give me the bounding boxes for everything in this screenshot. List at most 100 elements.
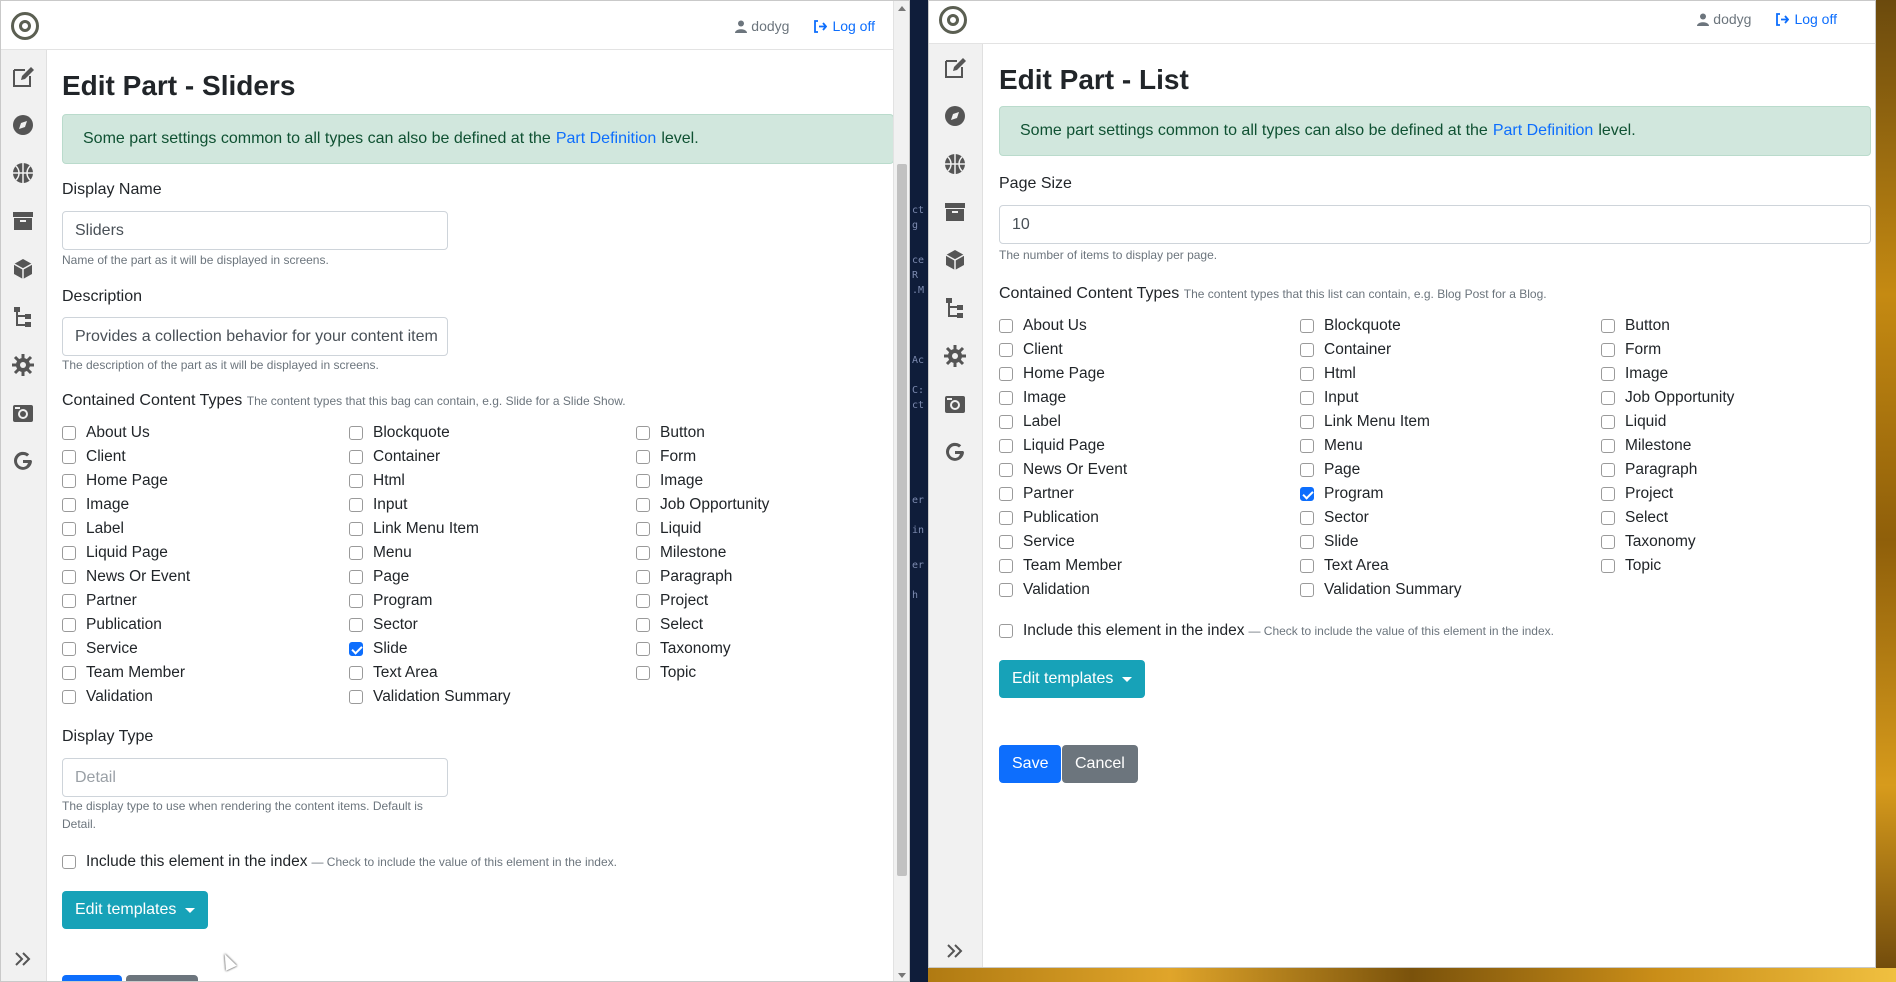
google-icon[interactable]: [942, 439, 968, 465]
content-type-checkbox-row[interactable]: Blockquote: [349, 423, 450, 443]
content-type-checkbox[interactable]: [349, 474, 363, 488]
edit-icon[interactable]: [10, 64, 36, 90]
scrollbar-thumb[interactable]: [897, 164, 907, 876]
content-type-checkbox-row[interactable]: Milestone: [1601, 436, 1691, 456]
content-type-checkbox-row[interactable]: Label: [62, 519, 124, 539]
content-type-checkbox[interactable]: [1300, 559, 1314, 573]
content-type-checkbox[interactable]: [1601, 319, 1615, 333]
content-type-checkbox-row[interactable]: Liquid: [1601, 412, 1666, 432]
content-type-checkbox[interactable]: [62, 690, 76, 704]
content-type-checkbox-row[interactable]: Slide: [1300, 532, 1358, 552]
content-type-checkbox-row[interactable]: Milestone: [636, 543, 726, 563]
content-type-checkbox[interactable]: [349, 642, 363, 656]
content-type-checkbox[interactable]: [62, 546, 76, 560]
content-type-checkbox[interactable]: [1601, 559, 1615, 573]
content-type-checkbox[interactable]: [349, 666, 363, 680]
content-type-checkbox-row[interactable]: Validation Summary: [1300, 580, 1462, 600]
content-type-checkbox-row[interactable]: Input: [349, 495, 407, 515]
content-type-checkbox[interactable]: [999, 439, 1013, 453]
content-type-checkbox[interactable]: [1601, 439, 1615, 453]
sitemap-icon[interactable]: [10, 304, 36, 330]
content-type-checkbox[interactable]: [62, 570, 76, 584]
cancel-button-partial[interactable]: [126, 975, 198, 981]
content-type-checkbox-row[interactable]: Page: [349, 567, 409, 587]
sitemap-icon[interactable]: [942, 295, 968, 321]
content-type-checkbox-row[interactable]: Paragraph: [636, 567, 732, 587]
google-icon[interactable]: [10, 448, 36, 474]
content-type-checkbox-row[interactable]: Select: [636, 615, 703, 635]
content-type-checkbox[interactable]: [1601, 511, 1615, 525]
content-type-checkbox[interactable]: [999, 319, 1013, 333]
content-type-checkbox[interactable]: [349, 570, 363, 584]
content-type-checkbox[interactable]: [62, 522, 76, 536]
basketball-icon[interactable]: [10, 160, 36, 186]
content-type-checkbox-row[interactable]: Link Menu Item: [1300, 412, 1430, 432]
content-type-checkbox[interactable]: [62, 594, 76, 608]
content-type-checkbox-row[interactable]: Taxonomy: [1601, 532, 1696, 552]
content-type-checkbox-row[interactable]: About Us: [62, 423, 150, 443]
content-type-checkbox-row[interactable]: Validation Summary: [349, 687, 511, 707]
content-type-checkbox[interactable]: [999, 391, 1013, 405]
content-type-checkbox-row[interactable]: Button: [1601, 316, 1670, 336]
part-definition-link[interactable]: Part Definition: [556, 130, 657, 148]
content-type-checkbox-row[interactable]: Publication: [999, 508, 1099, 528]
content-type-checkbox-row[interactable]: Liquid Page: [999, 436, 1105, 456]
scroll-down-icon[interactable]: [898, 973, 906, 978]
content-type-checkbox-row[interactable]: Html: [349, 471, 405, 491]
edit-icon[interactable]: [942, 55, 968, 81]
content-type-checkbox[interactable]: [636, 450, 650, 464]
cube-icon[interactable]: [10, 256, 36, 282]
orchard-logo-icon[interactable]: [11, 12, 39, 40]
page-size-input[interactable]: 10: [999, 205, 1871, 244]
content-type-checkbox[interactable]: [636, 642, 650, 656]
user-menu[interactable]: dodyg: [735, 18, 789, 34]
content-type-checkbox[interactable]: [62, 426, 76, 440]
content-type-checkbox-row[interactable]: Publication: [62, 615, 162, 635]
content-type-checkbox[interactable]: [1601, 391, 1615, 405]
content-type-checkbox[interactable]: [999, 367, 1013, 381]
content-type-checkbox[interactable]: [1601, 487, 1615, 501]
content-type-checkbox[interactable]: [62, 450, 76, 464]
content-type-checkbox[interactable]: [1601, 415, 1615, 429]
content-type-checkbox[interactable]: [1300, 319, 1314, 333]
compass-icon[interactable]: [942, 103, 968, 129]
basketball-icon[interactable]: [942, 151, 968, 177]
logoff-link[interactable]: Log off: [813, 18, 875, 34]
content-type-checkbox[interactable]: [1300, 583, 1314, 597]
content-type-checkbox[interactable]: [1300, 511, 1314, 525]
content-type-checkbox[interactable]: [349, 546, 363, 560]
content-type-checkbox-row[interactable]: News Or Event: [999, 460, 1127, 480]
content-type-checkbox-row[interactable]: Home Page: [999, 364, 1105, 384]
expand-sidebar-icon[interactable]: [942, 938, 968, 964]
content-type-checkbox[interactable]: [349, 618, 363, 632]
content-type-checkbox-row[interactable]: Menu: [1300, 436, 1363, 456]
content-type-checkbox[interactable]: [1601, 463, 1615, 477]
content-type-checkbox[interactable]: [1300, 439, 1314, 453]
content-type-checkbox-row[interactable]: Home Page: [62, 471, 168, 491]
cog-icon[interactable]: [942, 343, 968, 369]
content-type-checkbox[interactable]: [349, 426, 363, 440]
content-type-checkbox[interactable]: [636, 618, 650, 632]
cube-icon[interactable]: [942, 247, 968, 273]
content-type-checkbox-row[interactable]: Liquid Page: [62, 543, 168, 563]
content-type-checkbox[interactable]: [1300, 343, 1314, 357]
index-checkbox-row[interactable]: Include this element in the index — Chec…: [999, 621, 1554, 641]
content-type-checkbox-row[interactable]: Program: [1300, 484, 1383, 504]
content-type-checkbox-row[interactable]: Program: [349, 591, 432, 611]
content-type-checkbox-row[interactable]: Image: [636, 471, 703, 491]
content-type-checkbox-row[interactable]: Container: [349, 447, 440, 467]
content-type-checkbox[interactable]: [1300, 535, 1314, 549]
archive-icon[interactable]: [10, 208, 36, 234]
content-type-checkbox[interactable]: [349, 594, 363, 608]
content-type-checkbox-row[interactable]: Button: [636, 423, 705, 443]
content-type-checkbox-row[interactable]: About Us: [999, 316, 1087, 336]
content-type-checkbox-row[interactable]: Html: [1300, 364, 1356, 384]
content-type-checkbox-row[interactable]: Partner: [62, 591, 137, 611]
content-type-checkbox-row[interactable]: Partner: [999, 484, 1074, 504]
cog-icon[interactable]: [10, 352, 36, 378]
content-type-checkbox-row[interactable]: Client: [999, 340, 1063, 360]
content-type-checkbox-row[interactable]: Liquid: [636, 519, 701, 539]
content-type-checkbox[interactable]: [1601, 343, 1615, 357]
index-checkbox[interactable]: [999, 624, 1013, 638]
content-type-checkbox[interactable]: [1300, 415, 1314, 429]
